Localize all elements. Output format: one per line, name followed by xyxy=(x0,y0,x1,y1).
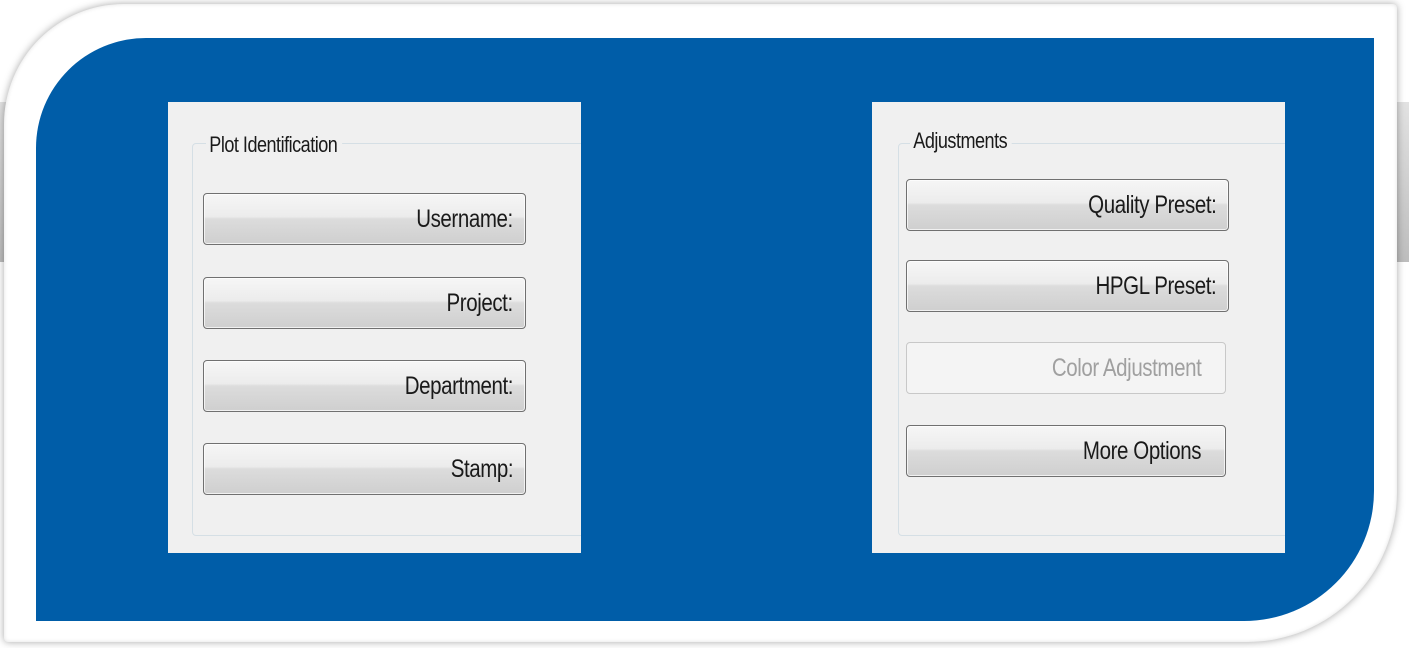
quality-preset-button-label: Quality Preset: xyxy=(1087,191,1217,219)
hpgl-preset-button-label: HPGL Preset: xyxy=(1095,272,1216,300)
adjustments-panel: Adjustments Quality Preset: HPGL Preset:… xyxy=(872,102,1285,553)
stamp-button-label: Stamp: xyxy=(450,455,514,483)
plot-identification-title: Plot Identification xyxy=(206,130,343,160)
stamp-button[interactable]: Stamp: xyxy=(203,443,526,495)
department-button-label: Department: xyxy=(404,372,514,400)
plot-identification-panel: Plot Identification Username: Project: D… xyxy=(168,102,581,553)
color-adjustment-button[interactable]: Color Adjustment xyxy=(906,342,1226,394)
more-options-button[interactable]: More Options xyxy=(906,425,1226,477)
project-button-label: Project: xyxy=(446,289,514,317)
username-button-label: Username: xyxy=(416,205,513,233)
quality-preset-button[interactable]: Quality Preset: xyxy=(906,179,1229,231)
more-options-button-label: More Options xyxy=(1082,437,1202,465)
username-button[interactable]: Username: xyxy=(203,193,526,245)
project-button[interactable]: Project: xyxy=(203,277,526,329)
department-button[interactable]: Department: xyxy=(203,360,526,412)
color-adjustment-button-label: Color Adjustment xyxy=(1051,354,1201,382)
adjustments-title: Adjustments xyxy=(910,126,1013,156)
hpgl-preset-button[interactable]: HPGL Preset: xyxy=(906,260,1229,312)
